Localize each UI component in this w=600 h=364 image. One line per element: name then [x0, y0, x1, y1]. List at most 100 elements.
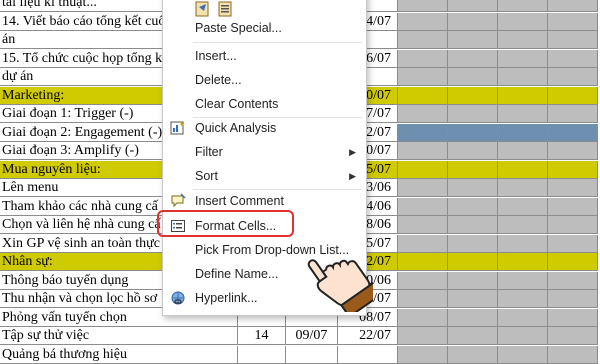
gantt-cell[interactable] [548, 216, 598, 234]
cell-task[interactable]: Tập sự thử việc [0, 327, 238, 345]
gantt-cell[interactable] [448, 31, 498, 49]
gantt-cell[interactable] [448, 253, 498, 271]
gantt-cell[interactable] [398, 105, 448, 123]
gantt-cell[interactable] [498, 308, 548, 327]
menu-item-delete[interactable]: Delete... [163, 68, 366, 92]
gantt-cell[interactable] [498, 31, 548, 49]
gantt-cell[interactable] [548, 290, 598, 308]
gantt-cell[interactable] [548, 12, 598, 31]
gantt-cell[interactable] [398, 290, 448, 308]
gantt-cell[interactable] [448, 68, 498, 86]
gantt-cell[interactable] [548, 345, 598, 364]
gantt-cell[interactable] [398, 345, 448, 364]
gantt-cell[interactable] [398, 308, 448, 327]
gantt-cell[interactable] [398, 179, 448, 197]
gantt-cell[interactable] [448, 86, 498, 105]
gantt-cell[interactable] [448, 142, 498, 160]
gantt-cell[interactable] [398, 197, 448, 216]
gantt-cell[interactable] [548, 49, 598, 68]
gantt-cell[interactable] [548, 105, 598, 123]
gantt-cell[interactable] [548, 308, 598, 327]
gantt-cell[interactable] [398, 271, 448, 290]
menu-item-paste-special[interactable]: Paste Special... [163, 16, 366, 40]
gantt-cell[interactable] [448, 234, 498, 253]
gantt-cell[interactable] [548, 271, 598, 290]
gantt-cell[interactable] [498, 49, 548, 68]
gantt-cell[interactable] [398, 68, 448, 86]
submenu-arrow-icon: ▶ [349, 171, 356, 181]
gantt-cell[interactable] [548, 234, 598, 253]
gantt-cell[interactable] [398, 327, 448, 345]
gantt-cell[interactable] [498, 234, 548, 253]
menu-item-filter[interactable]: Filter ▶ [163, 140, 366, 164]
gantt-cell[interactable] [498, 0, 548, 12]
gantt-cell[interactable] [548, 68, 598, 86]
menu-item-clear-contents[interactable]: Clear Contents [163, 92, 366, 116]
gantt-cell[interactable] [548, 197, 598, 216]
gantt-cell[interactable] [498, 105, 548, 123]
gantt-cell[interactable] [398, 123, 448, 142]
menu-item-label: Filter [195, 145, 223, 159]
gantt-cell[interactable] [548, 142, 598, 160]
gantt-cell[interactable] [548, 327, 598, 345]
gantt-cell[interactable] [448, 105, 498, 123]
gantt-cell[interactable] [548, 179, 598, 197]
gantt-cell[interactable] [398, 12, 448, 31]
gantt-cell[interactable] [448, 216, 498, 234]
cell-task[interactable]: Quảng bá thương hiệu [0, 345, 238, 364]
cell-start[interactable] [286, 345, 338, 364]
cell-end[interactable]: 22/07 [338, 327, 398, 345]
gantt-cell[interactable] [548, 160, 598, 179]
gantt-cell[interactable] [448, 123, 498, 142]
gantt-cell[interactable] [548, 123, 598, 142]
gantt-cell[interactable] [498, 160, 548, 179]
gantt-cell[interactable] [448, 0, 498, 12]
gantt-cell[interactable] [498, 216, 548, 234]
gantt-cell[interactable] [548, 31, 598, 49]
gantt-cell[interactable] [498, 345, 548, 364]
gantt-cell[interactable] [498, 179, 548, 197]
gantt-cell[interactable] [448, 12, 498, 31]
gantt-cell[interactable] [498, 327, 548, 345]
gantt-cell[interactable] [498, 68, 548, 86]
gantt-cell[interactable] [498, 271, 548, 290]
gantt-cell[interactable] [498, 12, 548, 31]
gantt-cell[interactable] [398, 160, 448, 179]
gantt-cell[interactable] [498, 123, 548, 142]
cell-end[interactable] [338, 345, 398, 364]
gantt-cell[interactable] [448, 49, 498, 68]
menu-item-insert[interactable]: Insert... [163, 44, 366, 68]
menu-item-quick-analysis[interactable]: Quick Analysis [163, 116, 366, 140]
gantt-cell[interactable] [498, 197, 548, 216]
gantt-cell[interactable] [398, 86, 448, 105]
gantt-cell[interactable] [448, 327, 498, 345]
gantt-cell[interactable] [398, 253, 448, 271]
gantt-cell[interactable] [498, 142, 548, 160]
gantt-cell[interactable] [498, 86, 548, 105]
gantt-cell[interactable] [398, 0, 448, 12]
gantt-cell[interactable] [448, 308, 498, 327]
gantt-cell[interactable] [398, 49, 448, 68]
gantt-cell[interactable] [498, 253, 548, 271]
gantt-cell[interactable] [448, 179, 498, 197]
cell-start[interactable]: 09/07 [286, 327, 338, 345]
gantt-cell[interactable] [398, 31, 448, 49]
gantt-cell[interactable] [448, 345, 498, 364]
gantt-cell[interactable] [548, 253, 598, 271]
gantt-cell[interactable] [448, 160, 498, 179]
gantt-cell[interactable] [548, 0, 598, 12]
menu-item-label: Insert... [195, 49, 237, 63]
gantt-cell[interactable] [498, 290, 548, 308]
gantt-cell[interactable] [398, 142, 448, 160]
menu-item-sort[interactable]: Sort ▶ [163, 164, 366, 188]
menu-item-label: Paste Special... [195, 21, 282, 35]
gantt-cell[interactable] [398, 216, 448, 234]
cell-days[interactable]: 14 [238, 327, 286, 345]
paste-options-icons[interactable] [195, 1, 239, 17]
gantt-cell[interactable] [548, 86, 598, 105]
gantt-cell[interactable] [398, 234, 448, 253]
cell-days[interactable] [238, 345, 286, 364]
gantt-cell[interactable] [448, 271, 498, 290]
gantt-cell[interactable] [448, 290, 498, 308]
gantt-cell[interactable] [448, 197, 498, 216]
